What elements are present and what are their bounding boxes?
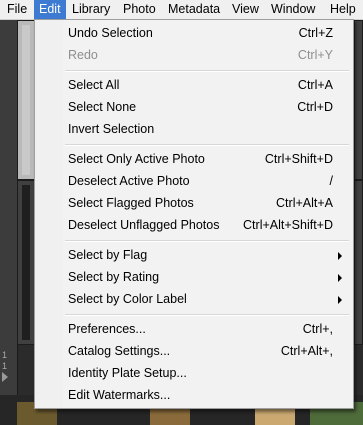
- photo-thumbnail: [22, 25, 30, 175]
- menu-item-label: Invert Selection: [68, 122, 155, 136]
- menu-item-select-by-color-label[interactable]: Select by Color Label: [37, 289, 351, 310]
- menu-item-redo: Redo Ctrl+Y: [37, 45, 351, 66]
- menu-item-shortcut: Ctrl+,: [302, 322, 333, 336]
- menu-item-preferences[interactable]: Preferences... Ctrl+,: [37, 319, 351, 340]
- menu-item-label: Select Flagged Photos: [68, 196, 194, 210]
- menu-edit[interactable]: Edit: [34, 0, 66, 19]
- panel-expand-arrow-icon[interactable]: [2, 372, 8, 382]
- menu-item-select-by-flag[interactable]: Select by Flag: [37, 245, 351, 266]
- menu-item-deselect-active-photo[interactable]: Deselect Active Photo /: [37, 171, 351, 192]
- edit-menu-dropdown: Undo Selection Ctrl+Z Redo Ctrl+Y Select…: [34, 19, 354, 409]
- menu-file[interactable]: File: [2, 0, 32, 19]
- menu-item-shortcut: Ctrl+Y: [297, 48, 333, 62]
- menu-item-shortcut: Ctrl+D: [297, 100, 333, 114]
- menu-item-select-all[interactable]: Select All Ctrl+A: [37, 75, 351, 96]
- menu-item-shortcut: /: [329, 174, 333, 188]
- menu-window[interactable]: Window: [266, 0, 320, 19]
- menu-item-label: Deselect Unflagged Photos: [68, 218, 220, 232]
- menu-item-shortcut: Ctrl+Alt+,: [280, 344, 333, 358]
- menu-item-select-none[interactable]: Select None Ctrl+D: [37, 97, 351, 118]
- menu-item-select-only-active-photo[interactable]: Select Only Active Photo Ctrl+Shift+D: [37, 149, 351, 170]
- menu-separator: [65, 240, 349, 242]
- menu-item-label: Redo: [68, 48, 98, 62]
- menu-item-shortcut: Ctrl+Alt+A: [276, 196, 333, 210]
- grid-cell[interactable]: [354, 20, 363, 180]
- menu-item-label: Deselect Active Photo: [68, 174, 190, 188]
- menu-item-label: Select Only Active Photo: [68, 152, 205, 166]
- grid-cell[interactable]: [17, 180, 35, 345]
- menu-item-shortcut: Ctrl+A: [297, 78, 333, 92]
- menu-view[interactable]: View: [227, 0, 264, 19]
- menu-help[interactable]: Help: [325, 0, 361, 19]
- menu-item-deselect-unflagged-photos[interactable]: Deselect Unflagged Photos Ctrl+Alt+Shift…: [37, 215, 351, 236]
- grid-row-number: 1: [2, 350, 8, 360]
- menu-item-label: Catalog Settings...: [68, 344, 171, 358]
- menu-item-label: Select by Flag: [68, 248, 148, 262]
- menu-item-select-by-rating[interactable]: Select by Rating: [37, 267, 351, 288]
- menu-item-shortcut: Ctrl+Z: [298, 26, 333, 40]
- menu-item-label: Select None: [68, 100, 137, 114]
- menu-separator: [65, 70, 349, 72]
- menu-photo[interactable]: Photo: [118, 0, 161, 19]
- menu-item-label: Identity Plate Setup...: [68, 366, 187, 380]
- menu-item-label: Preferences...: [68, 322, 146, 336]
- menu-item-select-flagged-photos[interactable]: Select Flagged Photos Ctrl+Alt+A: [37, 193, 351, 214]
- submenu-arrow-icon: [338, 274, 342, 282]
- menu-item-invert-selection[interactable]: Invert Selection: [37, 119, 351, 140]
- menu-item-label: Select All: [68, 78, 120, 92]
- menu-bar: File Edit Library Photo Metadata View Wi…: [0, 0, 363, 20]
- menu-separator: [65, 314, 349, 316]
- menu-separator: [65, 144, 349, 146]
- menu-metadata[interactable]: Metadata: [163, 0, 225, 19]
- menu-item-label: Select by Color Label: [68, 292, 187, 306]
- grid-cell[interactable]: [354, 180, 363, 345]
- left-panel-strip: 1 1: [0, 20, 18, 425]
- menu-item-catalog-settings[interactable]: Catalog Settings... Ctrl+Alt+,: [37, 341, 351, 362]
- menu-item-label: Undo Selection: [68, 26, 153, 40]
- photo-thumbnail: [22, 185, 30, 340]
- grid-row-number: 1: [2, 361, 8, 371]
- submenu-arrow-icon: [338, 296, 342, 304]
- menu-item-identity-plate-setup[interactable]: Identity Plate Setup...: [37, 363, 351, 384]
- menu-item-shortcut: Ctrl+Alt+Shift+D: [243, 218, 333, 232]
- menu-item-shortcut: Ctrl+Shift+D: [264, 152, 333, 166]
- submenu-arrow-icon: [338, 252, 342, 260]
- menu-item-undo-selection[interactable]: Undo Selection Ctrl+Z: [37, 23, 351, 44]
- menu-item-label: Edit Watermarks...: [68, 388, 171, 402]
- menu-item-label: Select by Rating: [68, 270, 160, 284]
- menu-item-edit-watermarks[interactable]: Edit Watermarks...: [37, 385, 351, 406]
- grid-cell[interactable]: [17, 20, 35, 180]
- menu-library[interactable]: Library: [67, 0, 115, 19]
